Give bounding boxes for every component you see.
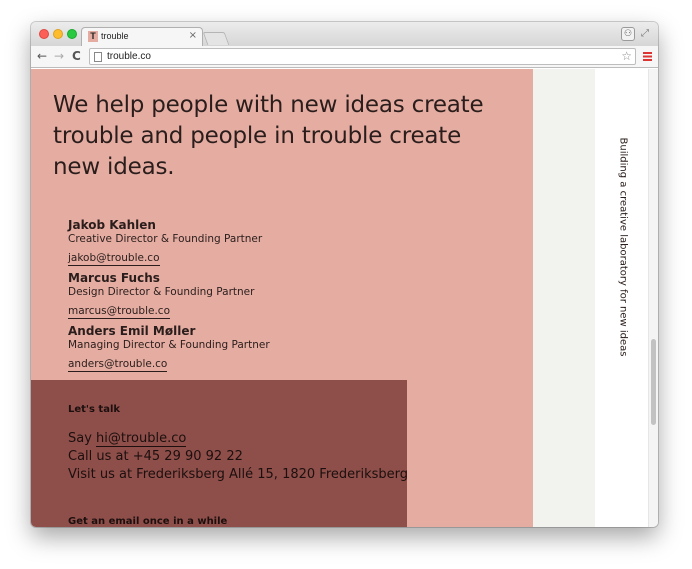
favicon-icon: T bbox=[88, 31, 98, 42]
address-bar[interactable]: trouble.co ☆ bbox=[89, 48, 636, 65]
person-name: Anders Emil Møller bbox=[68, 324, 196, 338]
tab-title: trouble bbox=[101, 31, 129, 41]
side-text: Building a creative laboratory for new i… bbox=[617, 137, 629, 357]
contact-heading: Let's talk bbox=[68, 404, 121, 415]
minimize-window-icon[interactable] bbox=[53, 29, 63, 39]
person-role: Design Director & Founding Partner bbox=[68, 286, 255, 298]
person-card: Marcus Fuchs Design Director & Founding … bbox=[68, 271, 254, 319]
scrollbar-thumb[interactable] bbox=[651, 339, 656, 425]
newsletter-heading: Get an email once in a while bbox=[68, 516, 228, 527]
person-role: Creative Director & Founding Partner bbox=[68, 233, 263, 245]
person-email-link[interactable]: jakob@trouble.co bbox=[68, 252, 160, 266]
title-bar: T trouble × ⚇ ⤢ bbox=[31, 22, 658, 46]
light-strip bbox=[533, 69, 595, 527]
main-pane: We help people with new ideas create tro… bbox=[31, 69, 533, 527]
address-line: Visit us at Frederiksberg Allé 15, 1820 … bbox=[68, 467, 409, 482]
new-tab-button[interactable] bbox=[202, 32, 230, 45]
fullscreen-icon[interactable]: ⤢ bbox=[641, 27, 653, 41]
browser-tab[interactable]: T trouble × bbox=[81, 27, 203, 46]
page-viewport: We help people with new ideas create tro… bbox=[31, 69, 658, 527]
browser-window: T trouble × ⚇ ⤢ ← → C trouble.co ☆ We he… bbox=[31, 22, 658, 527]
reload-icon[interactable]: C bbox=[72, 49, 81, 63]
contact-box: Let's talk Say hi@trouble.co Call us at … bbox=[31, 380, 409, 527]
browser-toolbar: ← → C trouble.co ☆ bbox=[31, 46, 658, 68]
forward-icon[interactable]: → bbox=[54, 49, 64, 63]
tab-close-icon[interactable]: × bbox=[189, 30, 197, 41]
say-prefix: Say bbox=[68, 431, 97, 446]
zoom-window-icon[interactable] bbox=[67, 29, 77, 39]
phone-line: Call us at +45 29 90 92 22 bbox=[68, 449, 243, 464]
person-name: Marcus Fuchs bbox=[68, 271, 160, 285]
person-email-link[interactable]: marcus@trouble.co bbox=[68, 305, 171, 319]
menu-icon[interactable] bbox=[643, 52, 652, 61]
url-text: trouble.co bbox=[107, 51, 151, 62]
contact-email-link[interactable]: hi@trouble.co bbox=[96, 431, 187, 447]
person-card: Jakob Kahlen Creative Director & Foundin… bbox=[68, 218, 262, 266]
say-hi-line: Say hi@trouble.co bbox=[68, 430, 187, 448]
page-icon bbox=[94, 52, 102, 62]
back-icon[interactable]: ← bbox=[37, 49, 47, 63]
person-card: Anders Emil Møller Managing Director & F… bbox=[68, 324, 270, 372]
person-name: Jakob Kahlen bbox=[68, 218, 156, 232]
scrollbar[interactable] bbox=[648, 69, 658, 527]
tagline: We help people with new ideas create tro… bbox=[53, 92, 484, 180]
bookmark-star-icon[interactable]: ☆ bbox=[621, 49, 632, 63]
close-window-icon[interactable] bbox=[39, 29, 49, 39]
profile-icon[interactable]: ⚇ bbox=[621, 27, 635, 41]
person-role: Managing Director & Founding Partner bbox=[68, 339, 270, 351]
person-email-link[interactable]: anders@trouble.co bbox=[68, 358, 168, 372]
